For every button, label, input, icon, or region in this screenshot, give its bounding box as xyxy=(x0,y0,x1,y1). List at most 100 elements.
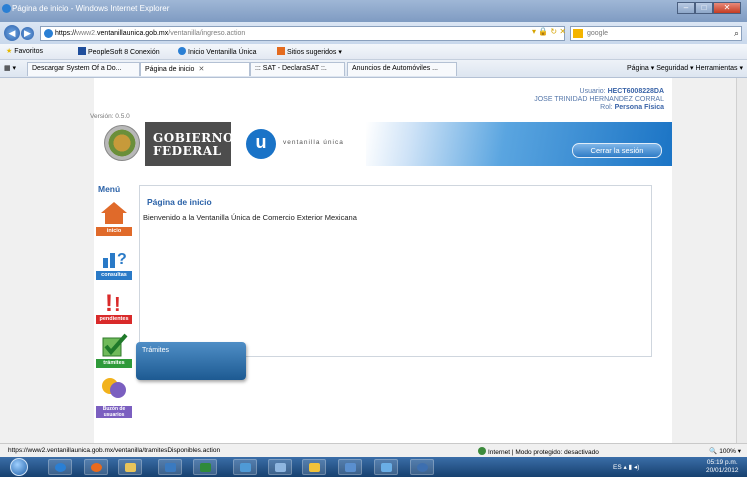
gobierno-federal-logo: GOBIERNO FEDERAL xyxy=(145,122,234,166)
title-bar: Página de inicio - Windows Internet Expl… xyxy=(0,0,747,22)
logout-button[interactable]: Cerrar la sesión xyxy=(572,143,662,158)
taskbar-excel[interactable] xyxy=(193,459,217,475)
page-title: Página de inicio xyxy=(147,197,212,207)
user-label: Usuario: xyxy=(579,88,606,95)
vertical-scrollbar[interactable] xyxy=(736,78,747,443)
clock-date: 20/01/2012 xyxy=(706,467,739,474)
media-player-icon xyxy=(165,463,176,472)
taskbar-app-5[interactable] xyxy=(410,459,434,475)
menu-item-buzon[interactable]: Buzón de usuarios xyxy=(96,376,132,418)
svg-text:?: ? xyxy=(117,251,127,268)
checklist-icon xyxy=(102,333,128,357)
user-role: Persona Física xyxy=(614,104,664,111)
ventanilla-unica-logo: u ventanilla única xyxy=(231,122,366,166)
header-banner: GOBIERNO FEDERAL u ventanilla única Cerr… xyxy=(94,122,672,166)
url-input[interactable]: https://www2.ventanillaunica.gob.mx/vent… xyxy=(40,26,565,41)
clock-time: 05:19 p.m. xyxy=(706,459,738,466)
svg-text:!: ! xyxy=(114,294,121,314)
address-tools[interactable]: ▾ 🔒 ↻ ✕ xyxy=(532,27,566,36)
menu-label: consultas xyxy=(96,271,132,280)
taskbar: ES ▴ ▮ ◂) 05:19 p.m. 20/01/2012 xyxy=(0,457,747,477)
tab-label: Página de inicio xyxy=(145,66,195,73)
logo-line-2: FEDERAL xyxy=(153,144,222,158)
command-bar[interactable]: Página ▾ Seguridad ▾ Herramientas ▾ xyxy=(627,64,743,72)
user-info: Usuario: HECT6008228DA JOSE TRINIDAD HER… xyxy=(224,88,664,112)
tab-pagina-inicio[interactable]: Página de inicio ✕ xyxy=(140,62,250,76)
welcome-text: Bienvenido a la Ventanilla Única de Come… xyxy=(143,213,357,222)
address-bar: ◀ ▶ https://www2.ventanillaunica.gob.mx/… xyxy=(0,22,747,44)
clock[interactable]: 05:19 p.m. 20/01/2012 xyxy=(706,459,739,475)
forward-button[interactable]: ▶ xyxy=(21,27,34,40)
user-name: JOSE TRINIDAD HERNANDEZ CORRAL xyxy=(534,96,664,103)
ie-icon xyxy=(2,4,11,13)
user-id: HECT6008228DA xyxy=(607,88,664,95)
taskbar-folder[interactable] xyxy=(302,459,326,475)
star-icon: ★ xyxy=(6,48,13,55)
taskbar-app-2[interactable] xyxy=(268,459,292,475)
site-icon xyxy=(44,29,53,38)
favorite-label: Sitios sugeridos ▾ xyxy=(287,49,342,56)
zoom-level[interactable]: 🔍 100% ▾ xyxy=(709,447,741,455)
app-icon xyxy=(275,463,286,472)
favorite-peoplesoft[interactable]: PeopleSoft 8 Conexión xyxy=(78,47,160,56)
lock-icon[interactable]: ▾ 🔒 ↻ ✕ xyxy=(532,27,566,36)
ie-window: Página de inicio - Windows Internet Expl… xyxy=(0,0,747,477)
tab-label: Descargar System Of a Do... xyxy=(32,65,122,72)
menu-tooltip: Trámites xyxy=(136,342,246,380)
favorites-button[interactable]: ★ Favoritos xyxy=(6,47,43,55)
favorite-label: PeopleSoft 8 Conexión xyxy=(88,49,160,56)
ie-page-icon xyxy=(178,47,186,55)
quick-tabs-icon[interactable]: ▦ ▾ xyxy=(4,64,16,72)
tab-descargar[interactable]: Descargar System Of a Do... xyxy=(27,62,140,76)
vu-logo-mark: u xyxy=(246,129,276,159)
system-tray[interactable]: ES ▴ ▮ ◂) xyxy=(613,463,639,471)
search-provider-icon xyxy=(573,29,583,38)
language-indicator: ES xyxy=(613,464,622,471)
close-tab-icon[interactable]: ✕ xyxy=(198,66,204,73)
maximize-button[interactable]: □ xyxy=(695,2,713,14)
back-button[interactable]: ◀ xyxy=(4,25,20,41)
taskbar-app-3[interactable] xyxy=(338,459,362,475)
favorite-ventanilla[interactable]: Inicio Ventanilla Única xyxy=(178,47,257,56)
taskbar-firefox[interactable] xyxy=(84,459,108,475)
menu-label: Buzón de usuarios xyxy=(96,406,132,418)
globe-icon xyxy=(478,447,486,455)
firefox-icon xyxy=(91,463,102,472)
tab-anuncios[interactable]: Anuncios de Automóviles ... xyxy=(347,62,457,76)
ie-icon xyxy=(55,463,66,472)
search-input[interactable]: google ⌕ xyxy=(570,26,742,41)
tab-sat[interactable]: ::: SAT - DeclaraSAT ::. xyxy=(250,62,345,76)
search-placeholder: google xyxy=(587,30,609,37)
minimize-button[interactable]: – xyxy=(677,2,695,14)
mexico-seal-logo xyxy=(104,125,140,161)
status-url: https://www2.ventanillaunica.gob.mx/vent… xyxy=(8,447,221,454)
query-icon: ? xyxy=(103,251,127,268)
status-bar: https://www2.ventanillaunica.gob.mx/vent… xyxy=(0,443,747,457)
folder-icon xyxy=(309,463,320,472)
taskbar-ie[interactable] xyxy=(48,459,72,475)
taskbar-media[interactable] xyxy=(158,459,182,475)
folder-icon xyxy=(125,463,136,472)
version-label: Versión: 0.5.0 xyxy=(90,113,130,120)
favorites-bar: ★ Favoritos PeopleSoft 8 Conexión Inicio… xyxy=(0,44,747,60)
taskbar-app[interactable] xyxy=(233,459,257,475)
zoom-value: 100% xyxy=(719,448,736,455)
favorite-sugeridos[interactable]: Sitios sugeridos ▾ xyxy=(277,47,342,56)
menu-item-tramites[interactable]: trámites xyxy=(96,332,132,368)
menu-item-inicio[interactable]: inicio xyxy=(96,200,132,236)
search-icon[interactable]: ⌕ xyxy=(734,27,739,40)
taskbar-explorer[interactable] xyxy=(118,459,142,475)
menu-label: trámites xyxy=(96,359,132,368)
menu-label: pendientes xyxy=(96,315,132,324)
app-icon xyxy=(345,463,356,472)
close-button[interactable]: ✕ xyxy=(713,2,741,14)
url-path: /ventanilla/ingreso.action xyxy=(168,30,246,37)
taskbar-app-4[interactable] xyxy=(374,459,398,475)
page-content: Usuario: HECT6008228DA JOSE TRINIDAD HER… xyxy=(90,78,672,443)
url-subdomain: www2. xyxy=(76,30,98,37)
menu-label: inicio xyxy=(96,227,132,236)
start-button[interactable] xyxy=(10,458,28,476)
menu-item-consultas[interactable]: ? consultas xyxy=(96,244,132,280)
tab-label: ::: SAT - DeclaraSAT ::. xyxy=(255,65,327,72)
menu-item-pendientes[interactable]: ! ! pendientes xyxy=(96,288,132,324)
